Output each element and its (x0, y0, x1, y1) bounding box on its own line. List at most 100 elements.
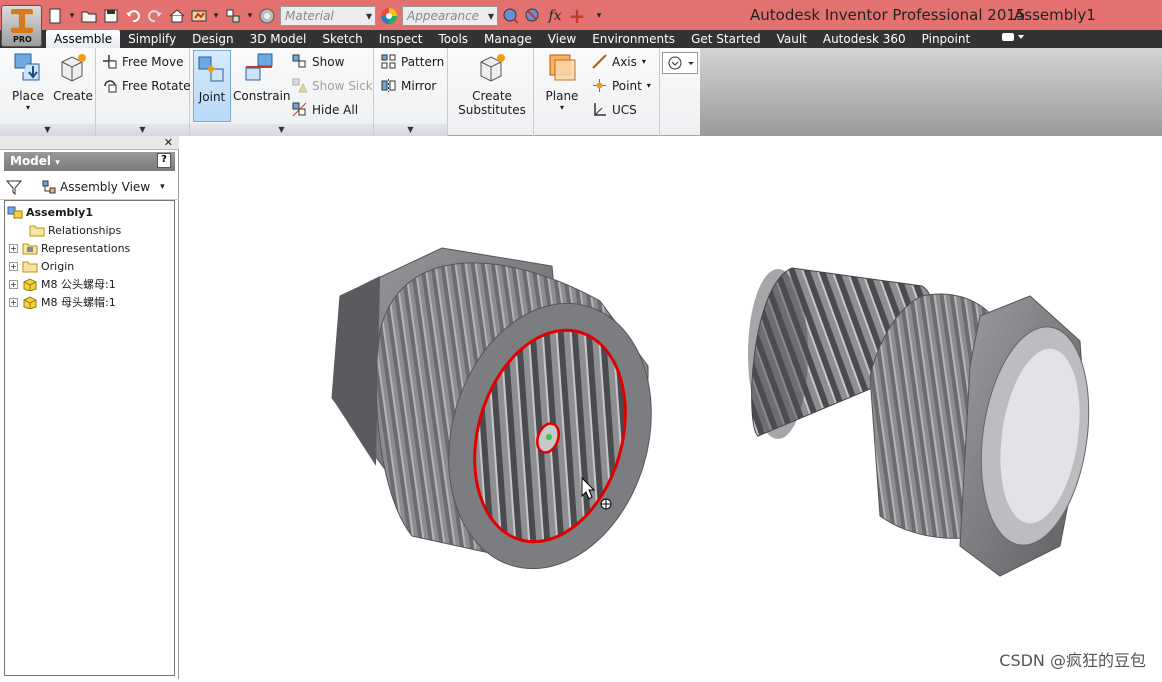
show-button[interactable]: Show (292, 54, 344, 69)
joint-label: Joint (198, 90, 226, 104)
material-globe-icon[interactable] (258, 7, 276, 25)
tree-node-origin[interactable]: + Origin (9, 257, 74, 275)
tree-node-label: Representations (41, 241, 131, 255)
hide-all-button[interactable]: Hide All (292, 102, 358, 117)
create-button[interactable]: Create (52, 52, 94, 103)
browser-titlebar: ✕ (0, 136, 179, 150)
browser-toolbar: Assembly View ▾ (0, 174, 179, 200)
measure-plus-icon[interactable]: + (568, 4, 586, 28)
axis-label: Axis (612, 54, 637, 69)
save-icon[interactable] (102, 7, 120, 25)
relationships-panel-expander[interactable]: ▼ (190, 124, 373, 136)
home-icon[interactable] (168, 7, 186, 25)
tree-node-m8-female-cap[interactable]: + M8 母头螺帽:1 (9, 293, 116, 311)
constrain-icon (245, 53, 273, 81)
dropdown-arrow-icon[interactable]: ▾ (246, 7, 254, 25)
tree-node-label: M8 公头螺母:1 (41, 278, 116, 291)
tab-get-started[interactable]: Get Started (683, 30, 769, 48)
new-file-icon[interactable] (46, 7, 64, 25)
part-icon (23, 295, 37, 309)
dropdown-arrow-icon[interactable]: ▾ (212, 7, 220, 25)
help-icon[interactable]: ? (157, 153, 171, 168)
panel-overflow-dropdown[interactable] (662, 52, 698, 74)
show-label: Show (312, 54, 345, 69)
redo-icon[interactable] (146, 7, 164, 25)
tree-node-assembly1[interactable]: Assembly1 (7, 203, 93, 221)
constrain-button[interactable]: Constrain (233, 52, 291, 103)
material-select[interactable]: Material (280, 6, 376, 26)
application-menu-button[interactable]: PRO (1, 5, 42, 47)
appearance-color-wheel-icon[interactable] (380, 7, 398, 25)
undo-icon[interactable] (124, 7, 142, 25)
tab-design[interactable]: Design (184, 30, 241, 48)
mirror-label: Mirror (401, 78, 437, 93)
position-panel: Free Move Free Rotate ▼ (96, 48, 191, 136)
tab-environments[interactable]: Environments (584, 30, 683, 48)
joint-button[interactable]: Joint (193, 50, 231, 122)
clear-appearance-icon[interactable] (524, 7, 542, 25)
ribbon-minimize-toggle[interactable] (992, 30, 1034, 48)
folder-icon (29, 225, 45, 236)
point-label: Point (612, 78, 642, 93)
tab-vault[interactable]: Vault (769, 30, 815, 48)
close-icon[interactable]: ✕ (164, 136, 173, 149)
parameters-fx-icon[interactable]: fx (546, 7, 564, 25)
browser-header[interactable]: Model ▾ ? (4, 152, 175, 171)
appearance-select[interactable]: Appearance (402, 6, 498, 26)
free-move-button[interactable]: Free Move (102, 54, 183, 69)
tree-node-label: Origin (41, 259, 75, 273)
representations-folder-icon (22, 243, 38, 254)
tree-node-label: Relationships (48, 223, 122, 237)
expand-icon[interactable]: + (9, 261, 18, 271)
browser-tree: Assembly1 Relationships + Representation… (4, 200, 175, 676)
filter-icon[interactable] (6, 179, 22, 195)
expand-icon[interactable]: + (9, 297, 18, 307)
overflow-chevron-icon (668, 56, 694, 70)
tab-sketch[interactable]: Sketch (314, 30, 370, 48)
hide-all-label: Hide All (312, 102, 359, 117)
m8-female-cap-model[interactable] (331, 247, 681, 593)
component-panel-expander[interactable]: ▼ (0, 124, 95, 136)
tab-inspect[interactable]: Inspect (371, 30, 431, 48)
tab-pinpoint[interactable]: Pinpoint (914, 30, 979, 48)
tab-autodesk-360[interactable]: Autodesk 360 (815, 30, 914, 48)
tab-simplify[interactable]: Simplify (120, 30, 184, 48)
joint-icon (198, 56, 224, 82)
pattern-panel-expander[interactable]: ▼ (374, 124, 447, 136)
expand-icon[interactable]: + (9, 279, 18, 289)
point-button[interactable]: Point ▾ (592, 78, 651, 93)
joint-origin-point[interactable] (546, 434, 552, 440)
update-icon[interactable] (190, 7, 208, 25)
m8-male-nut-model[interactable] (748, 267, 1102, 577)
assembly-view-selector[interactable]: Assembly View ▾ (30, 180, 165, 194)
place-button[interactable]: Place ▾ (6, 52, 50, 112)
tab-tools[interactable]: Tools (430, 30, 476, 48)
tab-assemble[interactable]: Assemble (46, 30, 121, 48)
tree-node-label: M8 母头螺帽:1 (41, 296, 116, 309)
tree-node-representations[interactable]: + Representations (9, 239, 130, 257)
create-substitutes-button[interactable]: Create Substitutes (456, 52, 528, 117)
dropdown-arrow-icon[interactable]: ▾ (68, 7, 76, 25)
tab-view[interactable]: View (540, 30, 584, 48)
customize-dropdown-icon[interactable]: ▾ (590, 7, 608, 25)
mirror-button[interactable]: Mirror (381, 78, 436, 93)
adjust-appearance-icon[interactable] (502, 7, 520, 25)
position-panel-expander[interactable]: ▼ (96, 124, 189, 136)
graphics-viewport[interactable]: CSDN @疯狂的豆包 (180, 136, 1162, 679)
watermark: CSDN @疯狂的豆包 (999, 651, 1146, 670)
ucs-button[interactable]: UCS (592, 102, 637, 117)
plane-button[interactable]: Plane ▾ (542, 52, 582, 112)
free-rotate-button[interactable]: Free Rotate (102, 78, 191, 93)
tree-node-relationships[interactable]: Relationships (29, 221, 121, 239)
tree-node-m8-male-nut[interactable]: + M8 公头螺母:1 (9, 275, 116, 293)
tab-manage[interactable]: Manage (476, 30, 540, 48)
axis-button[interactable]: Axis ▾ (592, 54, 646, 69)
select-priority-icon[interactable] (224, 7, 242, 25)
part-icon (23, 277, 37, 291)
expand-icon[interactable]: + (9, 243, 18, 253)
show-sick-button[interactable]: Show Sick (292, 78, 373, 93)
pattern-button[interactable]: Pattern (381, 54, 444, 69)
open-folder-icon[interactable] (80, 7, 98, 25)
tab-3d-model[interactable]: 3D Model (242, 30, 315, 48)
header-dropdown-icon: ▾ (55, 158, 60, 168)
